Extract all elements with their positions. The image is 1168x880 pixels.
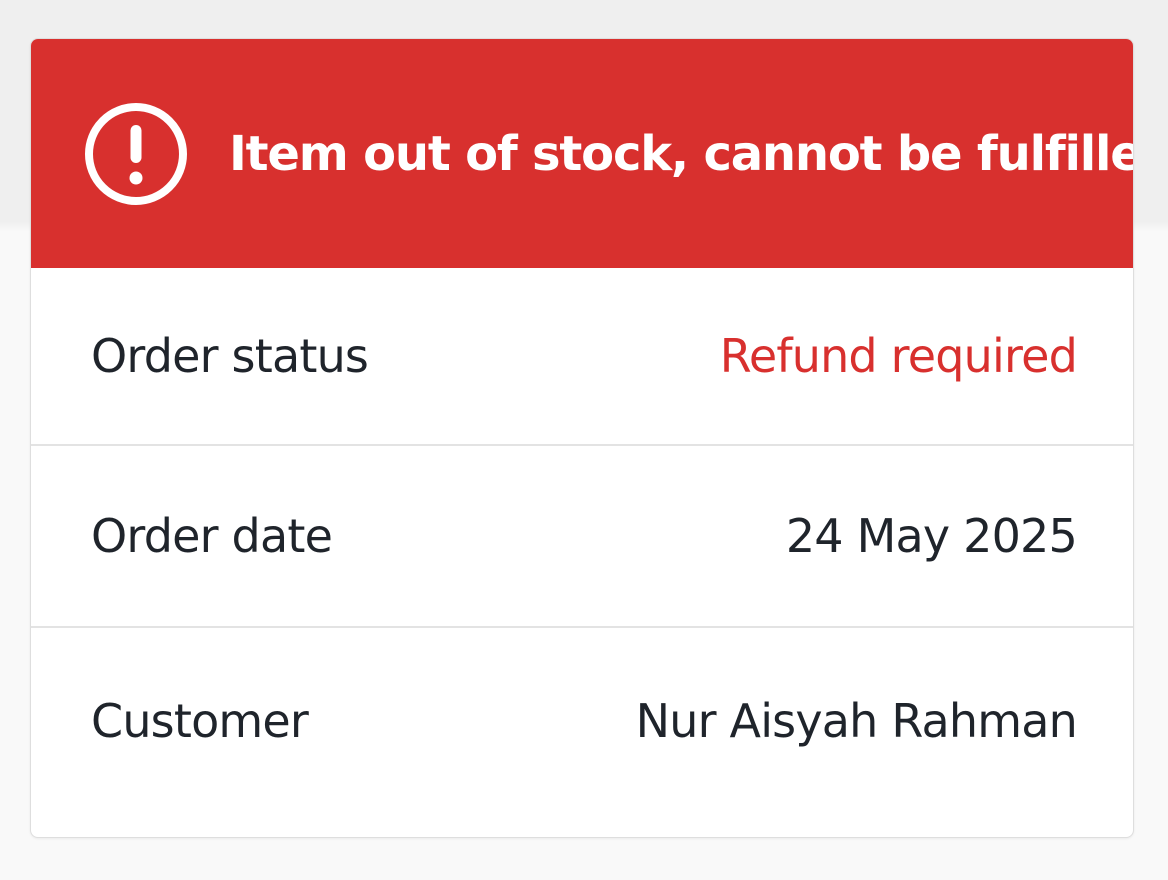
order-date-label: Order date [91, 509, 333, 563]
customer-label: Customer [91, 694, 309, 748]
order-status-label: Order status [91, 329, 369, 383]
error-banner: Item out of stock, cannot be fulfilled [31, 39, 1133, 268]
customer-row: Customer Nur Aisyah Rahman [31, 628, 1133, 814]
order-status-value: Refund required [719, 329, 1078, 383]
order-status-row: Order status Refund required [31, 268, 1133, 446]
customer-value: Nur Aisyah Rahman [635, 694, 1078, 748]
alert-circle-icon [85, 102, 187, 205]
error-message: Item out of stock, cannot be fulfilled [229, 125, 1134, 182]
order-date-row: Order date 24 May 2025 [31, 446, 1133, 628]
order-card: Item out of stock, cannot be fulfilled O… [30, 38, 1134, 838]
order-date-value: 24 May 2025 [785, 509, 1078, 563]
